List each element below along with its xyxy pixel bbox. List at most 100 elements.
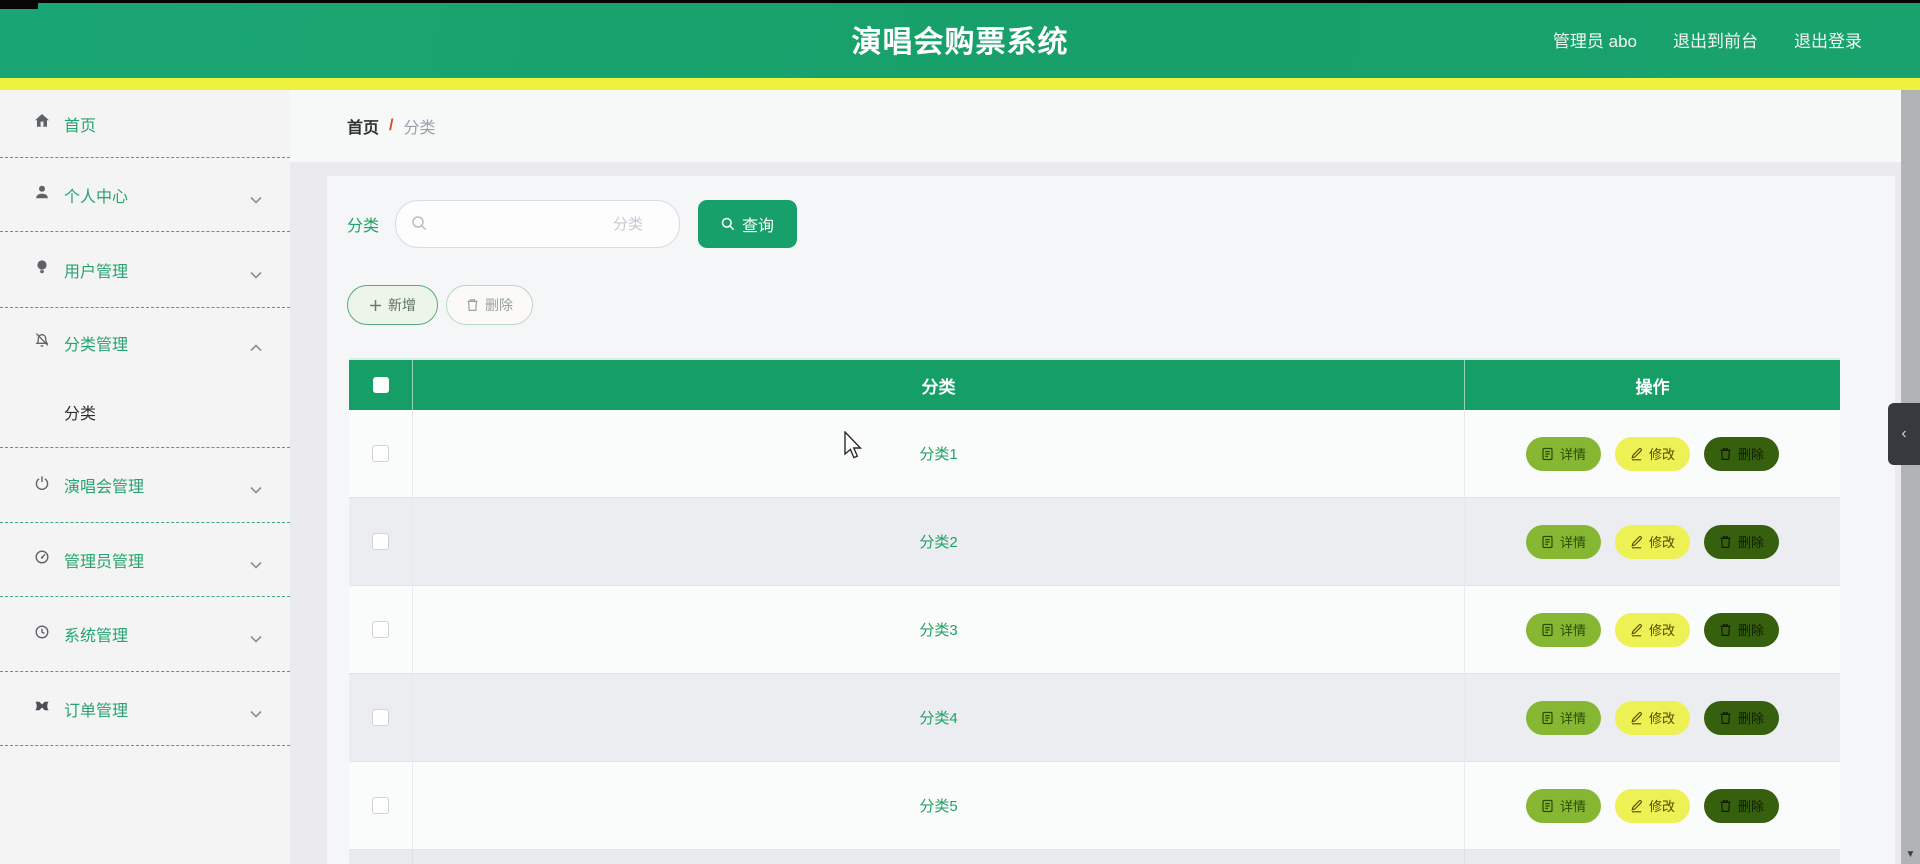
sidebar-item-concert-management[interactable]: 演唱会管理 xyxy=(0,448,290,522)
accent-strip xyxy=(0,78,1920,90)
delete-button-label: 删除 xyxy=(1738,447,1765,462)
add-button[interactable]: 新增 xyxy=(347,285,438,325)
search-input[interactable] xyxy=(432,201,680,247)
delete-button-label: 删除 xyxy=(485,297,513,313)
edit-button[interactable]: 修改 xyxy=(1614,788,1690,823)
sidebar-item-label: 个人中心 xyxy=(64,188,129,206)
sidebar-item-label: 演唱会管理 xyxy=(64,479,145,496)
delete-selected-button[interactable]: 删除 xyxy=(446,285,533,325)
system-icon xyxy=(33,623,51,646)
scrollbar-down-arrow[interactable]: ▼ xyxy=(1903,847,1918,861)
sidebar: 首页 个人中心 用户管理 分类管理 分类 演唱会管理 管理员管理 系统管理 订单… xyxy=(0,90,290,864)
category-cell[interactable]: 分类2 xyxy=(413,498,1465,585)
category-cell[interactable]: 分类1 xyxy=(413,410,1465,497)
plus-icon xyxy=(370,299,381,311)
edit-button-label: 修改 xyxy=(1648,447,1675,462)
delete-button[interactable]: 删除 xyxy=(1704,612,1780,647)
category-table: 分类 操作 分类1 详情 修改 删除 分类2 详情 修改 删除 分类3 详情 修… xyxy=(349,358,1840,864)
category-cell[interactable]: 分类5 xyxy=(413,762,1465,849)
sidebar-subitem-category[interactable]: 分类 xyxy=(0,377,290,447)
table-header-actions: 操作 xyxy=(1635,377,1670,397)
trash-icon xyxy=(1720,711,1731,724)
document-icon xyxy=(1542,535,1553,548)
document-icon xyxy=(1542,799,1553,812)
search-field-label: 分类 xyxy=(347,218,380,235)
chevron-down-icon xyxy=(250,191,262,209)
detail-button[interactable]: 详情 xyxy=(1525,612,1601,647)
pencil-icon xyxy=(1631,711,1642,724)
search-icon xyxy=(721,217,735,231)
sidebar-item-profile[interactable]: 个人中心 xyxy=(0,158,290,231)
detail-button-label: 详情 xyxy=(1559,535,1586,550)
breadcrumb: 首页 / 分类 xyxy=(290,90,1920,162)
sidebar-item-order-management[interactable]: 订单管理 xyxy=(0,672,290,745)
query-button-label: 查询 xyxy=(742,218,775,235)
edit-button[interactable]: 修改 xyxy=(1614,436,1690,471)
table-row: 分类2 详情 修改 删除 xyxy=(349,498,1840,586)
detail-button[interactable]: 详情 xyxy=(1525,788,1601,823)
delete-button[interactable]: 删除 xyxy=(1704,524,1780,559)
chevron-down-icon xyxy=(250,266,262,284)
row-checkbox[interactable] xyxy=(372,533,389,550)
admin-user-label[interactable]: 管理员 abo xyxy=(1553,27,1637,52)
edit-button[interactable]: 修改 xyxy=(1614,700,1690,735)
breadcrumb-separator: / xyxy=(389,117,394,134)
page-title: 演唱会购票系统 xyxy=(851,26,1069,59)
sidebar-item-admin-management[interactable]: 管理员管理 xyxy=(0,523,290,596)
sidebar-item-label: 首页 xyxy=(64,117,97,135)
app-screen: 演唱会购票系统 管理员 abo 退出到前台 退出登录 首页 个人中心 用户管理 … xyxy=(0,0,1920,864)
detail-button[interactable]: 详情 xyxy=(1525,524,1601,559)
delete-button[interactable]: 删除 xyxy=(1704,436,1780,471)
row-checkbox[interactable] xyxy=(372,797,389,814)
scrollbar[interactable] xyxy=(1901,90,1920,864)
edit-button-label: 修改 xyxy=(1648,799,1675,814)
delete-button[interactable]: 删除 xyxy=(1704,700,1780,735)
edit-button[interactable]: 修改 xyxy=(1614,612,1690,647)
query-button[interactable]: 查询 xyxy=(698,200,798,248)
admin-icon xyxy=(33,548,51,571)
sidebar-item-system-management[interactable]: 系统管理 xyxy=(0,597,290,671)
row-checkbox[interactable] xyxy=(372,445,389,462)
logout-link[interactable]: 退出登录 xyxy=(1794,27,1862,52)
table-header-row: 分类 操作 xyxy=(349,358,1840,410)
app-header: 演唱会购票系统 管理员 abo 退出到前台 退出登录 xyxy=(0,0,1920,78)
users-icon xyxy=(33,258,51,281)
table-row-partial xyxy=(349,850,1840,864)
detail-button-label: 详情 xyxy=(1559,623,1586,638)
document-icon xyxy=(1542,711,1553,724)
category-cell[interactable]: 分类3 xyxy=(413,586,1465,673)
sidebar-item-home[interactable]: 首页 xyxy=(0,90,290,157)
breadcrumb-home[interactable]: 首页 xyxy=(347,114,379,138)
panel-collapse-tab[interactable]: ‹ xyxy=(1888,403,1920,465)
category-icon xyxy=(33,331,51,354)
pencil-icon xyxy=(1631,535,1642,548)
search-box xyxy=(395,200,681,248)
delete-button[interactable]: 删除 xyxy=(1704,788,1780,823)
edit-button[interactable]: 修改 xyxy=(1614,524,1690,559)
row-checkbox[interactable] xyxy=(372,621,389,638)
table-header-category: 分类 xyxy=(413,360,1465,410)
pencil-icon xyxy=(1631,447,1642,460)
detail-button[interactable]: 详情 xyxy=(1525,436,1601,471)
sidebar-item-label: 管理员管理 xyxy=(64,553,145,571)
trash-icon xyxy=(1720,799,1731,812)
add-button-label: 新增 xyxy=(388,297,416,313)
delete-button-label: 删除 xyxy=(1738,711,1765,726)
edit-button-label: 修改 xyxy=(1648,711,1675,726)
chevron-down-icon xyxy=(250,630,262,648)
sidebar-item-category-management[interactable]: 分类管理 xyxy=(0,308,290,377)
delete-button-label: 删除 xyxy=(1738,535,1765,550)
detail-button[interactable]: 详情 xyxy=(1525,700,1601,735)
category-cell[interactable]: 分类4 xyxy=(413,674,1465,761)
select-all-checkbox[interactable] xyxy=(372,377,389,393)
exit-to-front-link[interactable]: 退出到前台 xyxy=(1673,27,1758,52)
row-checkbox[interactable] xyxy=(372,709,389,726)
sidebar-item-users[interactable]: 用户管理 xyxy=(0,232,290,307)
chevron-up-icon xyxy=(250,339,262,357)
toolbar: 新增 删除 xyxy=(347,285,1895,325)
pencil-icon xyxy=(1631,799,1642,812)
table-header-checkbox-cell xyxy=(349,360,413,410)
chevron-down-icon xyxy=(250,705,262,723)
orders-icon xyxy=(33,697,51,720)
table-row: 分类1 详情 修改 删除 xyxy=(349,410,1840,498)
